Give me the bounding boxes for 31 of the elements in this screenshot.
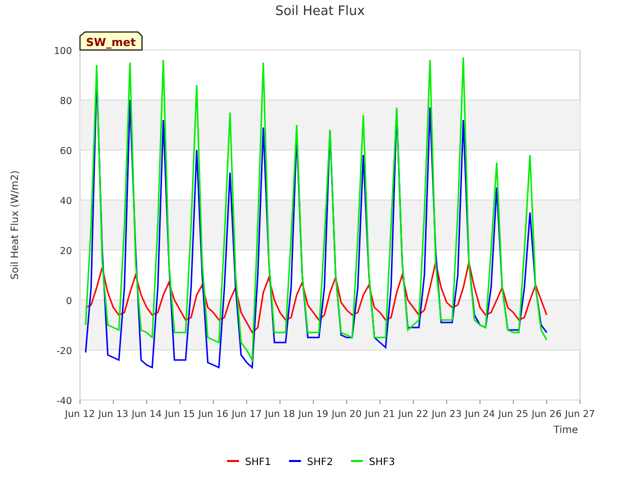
y-tick-label: 60 [60,146,72,157]
x-tick-label: Jun 14 [132,409,162,420]
legend-label: SHF3 [369,457,395,468]
site-label-badge: SW_met [80,32,142,50]
legend-label: SHF2 [307,457,333,468]
x-tick-label: Jun 26 [532,409,562,420]
y-tick-label: 20 [60,246,72,257]
x-tick-label: Jun 15 [165,409,195,420]
x-tick-label: Jun 20 [332,409,362,420]
y-tick-label: 0 [66,296,72,307]
y-axis-label: Soil Heat Flux (W/m2) [10,170,21,280]
x-tick-label: Jun 19 [298,409,328,420]
y-tick-label: -40 [56,396,72,407]
x-tick-label: Jun 27 [565,409,595,420]
y-tick-label: 100 [54,46,72,57]
chart-title: Soil Heat Flux [275,4,365,19]
x-tick-label: Jun 12 [65,409,95,420]
legend-label: SHF1 [245,457,271,468]
x-tick-label: Jun 25 [498,409,528,420]
x-tick-label: Jun 18 [265,409,295,420]
x-tick-label: Jun 22 [398,409,428,420]
y-tick-label: 80 [60,96,72,107]
x-tick-label: Jun 16 [198,409,228,420]
x-tick-label: Jun 24 [465,409,495,420]
y-tick-label: 40 [60,196,72,207]
y-tick-label: -20 [56,346,72,357]
x-tick-label: Jun 23 [432,409,462,420]
x-tick-label: Jun 21 [365,409,395,420]
x-axis-label: Time [554,425,578,436]
x-tick-label: Jun 13 [98,409,128,420]
x-tick-label: Jun 17 [232,409,262,420]
